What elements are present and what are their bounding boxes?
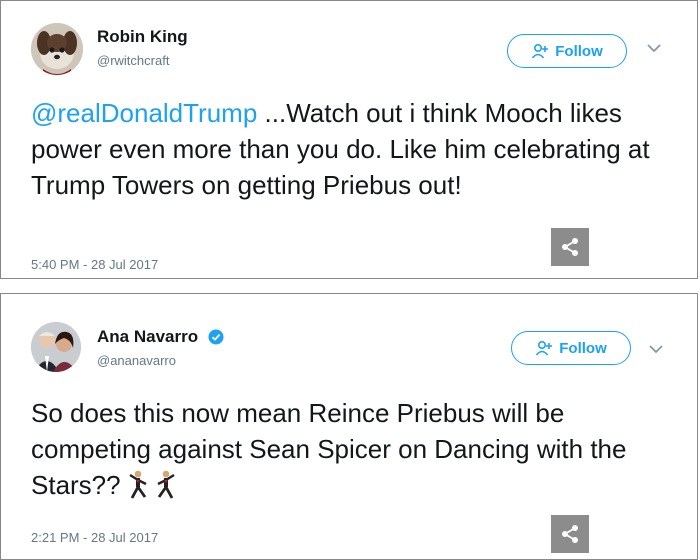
tweet-text: So does this now mean Reince Priebus wil…	[31, 395, 673, 503]
follow-button[interactable]: Follow	[507, 34, 627, 68]
share-button[interactable]	[551, 228, 589, 266]
chevron-down-icon[interactable]	[646, 42, 662, 54]
tweet-text: @realDonaldTrump ...Watch out i think Mo…	[31, 95, 673, 203]
tweet-card: Robin King @rwitchcraft Follow @realDona…	[0, 0, 698, 279]
follow-person-icon	[532, 43, 549, 59]
author-block: Ana Navarro @ananavarro	[97, 327, 224, 368]
tweet-body: So does this now mean Reince Priebus wil…	[31, 398, 627, 500]
share-button[interactable]	[551, 515, 589, 553]
follow-label: Follow	[555, 42, 603, 60]
timestamp[interactable]: 5:40 PM - 28 Jul 2017	[31, 257, 158, 272]
share-icon	[562, 238, 578, 256]
handle[interactable]: @rwitchcraft	[97, 53, 188, 68]
mention-link[interactable]: @realDonaldTrump	[31, 98, 257, 128]
avatar[interactable]	[31, 322, 81, 372]
follow-button[interactable]: Follow	[511, 331, 631, 365]
dancer-emoji	[157, 470, 175, 499]
timestamp[interactable]: 2:21 PM - 28 Jul 2017	[31, 530, 158, 545]
display-name[interactable]: Robin King	[97, 27, 188, 47]
dancer-emoji	[128, 470, 147, 499]
tweet-card: Ana Navarro @ananavarro Follow So does t…	[0, 293, 698, 560]
verified-badge-icon	[208, 329, 224, 345]
author-block: Robin King @rwitchcraft	[97, 27, 188, 68]
share-icon	[562, 525, 578, 543]
avatar[interactable]	[31, 23, 83, 75]
display-name[interactable]: Ana Navarro	[97, 327, 198, 347]
handle[interactable]: @ananavarro	[97, 353, 224, 368]
follow-label: Follow	[559, 339, 607, 357]
follow-person-icon	[536, 340, 553, 356]
chevron-down-icon[interactable]	[648, 343, 664, 355]
